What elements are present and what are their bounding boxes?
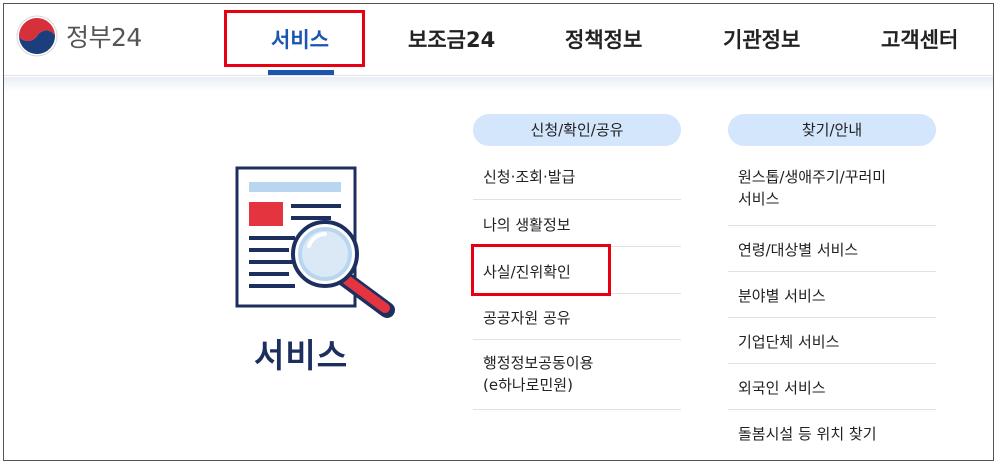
window-frame: 정부24 서비스 보조금24 정책정보 기관정보 고객센터 서비스 신청/확인/… — [3, 3, 994, 461]
nav-agency-info[interactable]: 기관정보 — [723, 24, 800, 54]
nav-subsidy24[interactable]: 보조금24 — [408, 24, 495, 54]
nav-policy-info[interactable]: 정책정보 — [565, 24, 642, 54]
logo-text: 정부24 — [66, 23, 142, 52]
menu-item-onestop-lifecycle[interactable]: 원스톱/생애주기/꾸러미 서비스 — [728, 146, 936, 226]
column-heading-apply: 신청/확인/공유 — [473, 114, 681, 146]
column-heading-find: 찾기/안내 — [728, 114, 936, 146]
menu-item-field-service[interactable]: 분야별 서비스 — [728, 272, 936, 318]
site-logo[interactable]: 정부24 — [16, 14, 142, 58]
menu-item-fact-authenticity-check[interactable]: 사실/진위확인 — [473, 247, 681, 294]
menu-item-care-facility-locator[interactable]: 돌봄시설 등 위치 찾기 — [728, 410, 936, 456]
menu-item-my-life-info[interactable]: 나의 생활정보 — [473, 200, 681, 247]
header-shadow — [4, 77, 993, 91]
menu-item-apply-inquire-issue[interactable]: 신청·조회·발급 — [473, 146, 681, 200]
menu-column-find: 찾기/안내 원스톱/생애주기/꾸러미 서비스 연령/대상별 서비스 분야별 서비… — [728, 114, 936, 456]
document-magnifier-icon — [235, 166, 395, 318]
menu-item-public-resource-share[interactable]: 공공자원 공유 — [473, 294, 681, 340]
menu-item-foreigner-service[interactable]: 외국인 서비스 — [728, 364, 936, 410]
active-nav-underline — [268, 70, 334, 75]
menu-item-age-target-service[interactable]: 연령/대상별 서비스 — [728, 226, 936, 272]
menu-item-business-org-service[interactable]: 기업단체 서비스 — [728, 318, 936, 364]
menu-column-apply: 신청/확인/공유 신청·조회·발급 나의 생활정보 사실/진위확인 공공자원 공… — [473, 114, 681, 410]
nav-service[interactable]: 서비스 — [271, 24, 329, 54]
top-navigation: 정부24 서비스 보조금24 정책정보 기관정보 고객센터 — [4, 4, 993, 76]
nav-customer-center[interactable]: 고객센터 — [881, 24, 958, 54]
service-title: 서비스 — [254, 336, 349, 375]
taegeuk-logo-icon — [16, 15, 58, 57]
menu-item-admin-info-sharing[interactable]: 행정정보공동이용 (e하나로민원) — [473, 340, 681, 410]
